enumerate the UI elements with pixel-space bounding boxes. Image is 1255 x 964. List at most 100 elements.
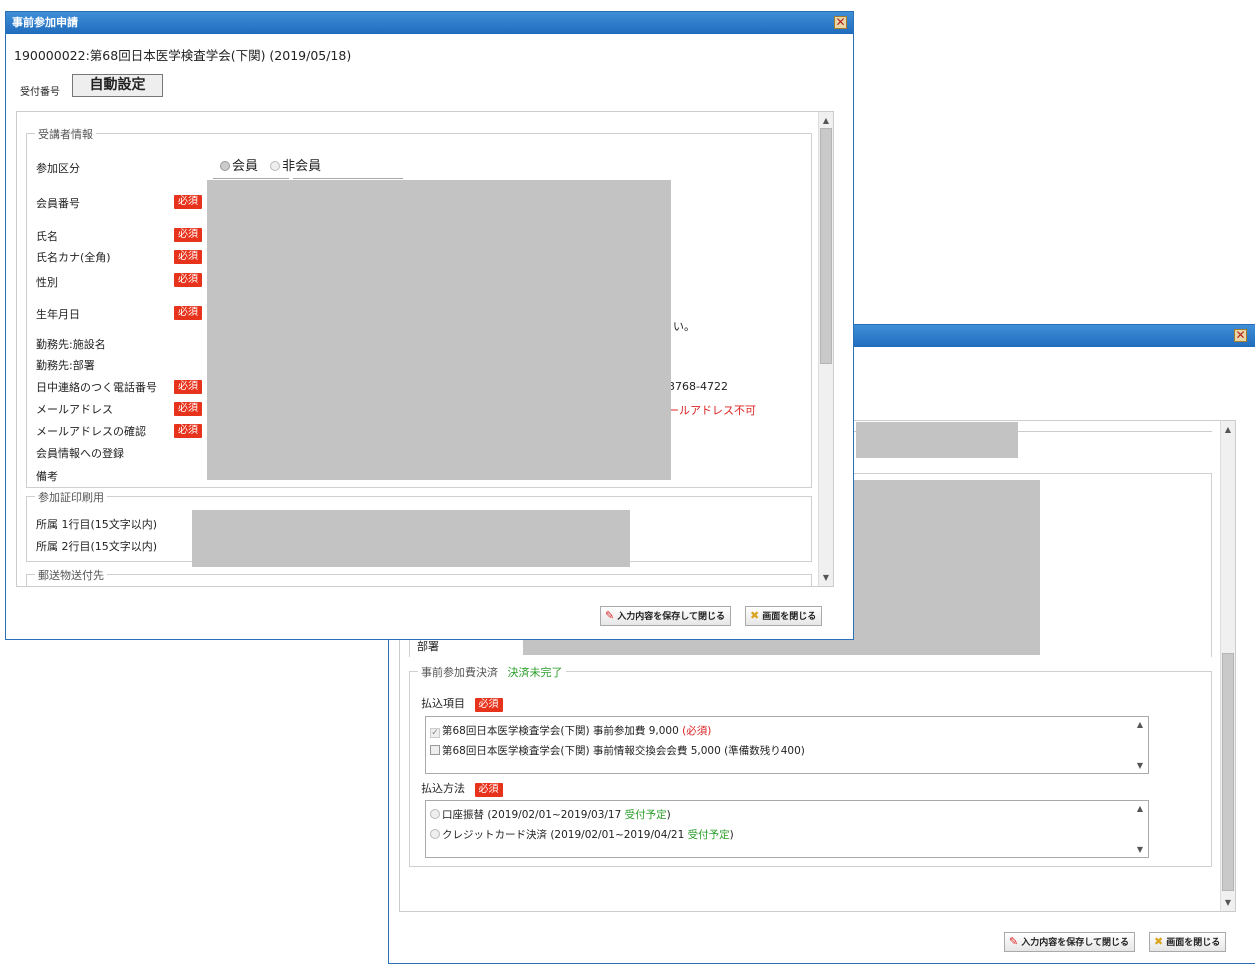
list-scroll-down-icon[interactable]: ▼	[1134, 845, 1146, 854]
payment-legend: 事前参加費決済 決済未完了	[418, 664, 566, 680]
payment-method-label: 払込方法 必須	[421, 780, 503, 797]
payment-method-0-tail: )	[666, 809, 671, 821]
payment-item-0-text: 第68回日本医学検査学会(下関) 事前参加費 9,000	[442, 725, 679, 737]
scroll-down-icon[interactable]: ▼	[1221, 898, 1235, 907]
workplace-dept-label: 勤務先:部署	[36, 359, 95, 372]
scroll-down-icon[interactable]: ▼	[819, 573, 833, 582]
radio-selected-icon[interactable]	[220, 161, 230, 171]
required-badge: 必須	[174, 250, 202, 264]
register-member-label: 会員情報への登録	[36, 447, 124, 460]
payment-method-0[interactable]: 口座振替 (2019/02/01~2019/03/17 受付予定)	[430, 807, 671, 822]
front-dialog: 事前参加申請 ✕ 190000022:第68回日本医学検査学会(下関) (201…	[5, 11, 854, 640]
redacted-block	[192, 510, 630, 567]
front-dialog-titlebar[interactable]: 事前参加申請 ✕	[6, 12, 853, 34]
mail-fieldset: 郵送物送付先	[26, 567, 812, 586]
payment-status: 決済未完了	[507, 666, 563, 679]
radio-icon[interactable]	[270, 161, 281, 171]
radio-icon[interactable]	[430, 829, 440, 839]
close-screen-button[interactable]: ✖ 画面を閉じる	[745, 606, 823, 626]
participation-label: 参加区分	[36, 162, 80, 175]
close-screen-button[interactable]: ✖ 画面を閉じる	[1149, 932, 1227, 952]
required-badge: 必須	[174, 380, 202, 394]
close-screen-label: 画面を閉じる	[1166, 938, 1221, 948]
radio-icon[interactable]	[430, 809, 440, 819]
receipt-value-box: 自動設定	[72, 74, 163, 97]
save-and-close-button[interactable]: ✎ 入力内容を保存して閉じる	[600, 606, 731, 626]
close-icon[interactable]: ✕	[1234, 329, 1247, 342]
payment-item-0-required: (必須)	[682, 725, 712, 737]
save-and-close-label: 入力内容を保存して閉じる	[1021, 938, 1129, 948]
checkbox-checked-icon[interactable]: ✓	[430, 728, 440, 738]
payment-items-label: 払込項目 必須	[421, 695, 503, 712]
email-note: ールアドレス不可	[668, 404, 756, 417]
scroll-up-icon[interactable]: ▲	[819, 116, 833, 125]
email-label: メールアドレス	[36, 403, 113, 416]
list-scroll-down-icon[interactable]: ▼	[1134, 761, 1146, 770]
birthdate-label: 生年月日	[36, 308, 80, 321]
redacted-block	[856, 422, 1018, 458]
phone-example: 3768-4722	[668, 380, 728, 393]
list-scroll-up-icon[interactable]: ▲	[1134, 720, 1146, 729]
payment-item-1[interactable]: 第68回日本医学検査学会(下関) 事前情報交換会会費 5,000 (準備数残り4…	[430, 743, 805, 758]
payment-method-list[interactable]: 口座振替 (2019/02/01~2019/03/17 受付予定) クレジットカ…	[425, 800, 1149, 858]
scroll-thumb[interactable]	[1222, 653, 1234, 891]
tab-underline	[213, 178, 289, 179]
back-scrollbar[interactable]: ▲ ▼	[1220, 421, 1235, 911]
required-badge: 必須	[474, 783, 503, 797]
event-heading: 190000022:第68回日本医学検査学会(下関) (2019/05/18)	[14, 48, 352, 63]
required-badge: 必須	[474, 698, 503, 712]
dept-label: 部署	[417, 640, 439, 653]
phone-label: 日中連絡のつく電話番号	[36, 381, 157, 394]
member-no-label: 会員番号	[36, 197, 80, 210]
member-option[interactable]: 会員	[232, 159, 258, 174]
payment-item-1-text: 第68回日本医学検査学会(下関) 事前情報交換会会費 5,000 (準備数残り4…	[442, 745, 805, 757]
required-badge: 必須	[174, 306, 202, 320]
payment-section-title: 事前参加費決済	[421, 666, 498, 679]
close-x-icon: ✖	[1154, 935, 1164, 948]
required-badge: 必須	[174, 195, 202, 209]
close-icon[interactable]: ✕	[834, 16, 847, 29]
payment-method-1-text: クレジットカード決済 (2019/02/01~2019/04/21	[442, 829, 685, 841]
close-screen-label: 画面を閉じる	[762, 612, 817, 622]
tab-underline	[293, 178, 403, 179]
dialog-title: 事前参加申請	[12, 16, 78, 29]
payment-method-0-status: 受付予定	[624, 809, 667, 821]
payment-method-1-status: 受付予定	[687, 829, 730, 841]
required-badge: 必須	[174, 424, 202, 438]
receipt-label: 受付番号	[20, 87, 60, 98]
email-confirm-label: メールアドレスの確認	[36, 425, 146, 438]
list-scroll-up-icon[interactable]: ▲	[1134, 804, 1146, 813]
payment-method-0-text: 口座振替 (2019/02/01~2019/03/17	[442, 809, 622, 821]
checkbox-icon[interactable]	[430, 745, 440, 755]
required-badge: 必須	[174, 273, 202, 287]
scroll-up-icon[interactable]: ▲	[1221, 425, 1235, 434]
affiliation-line2-label: 所属 2行目(15文字以内)	[36, 540, 158, 553]
receipt-value: 自動設定	[89, 77, 146, 93]
remarks-label: 備考	[36, 470, 58, 483]
front-scroll-area: ▲ ▼ 受講者情報 参加区分 会員 非会員 会員番号 必須 氏名 必須 氏名カナ…	[16, 111, 834, 587]
close-x-icon: ✖	[750, 609, 760, 622]
scroll-thumb[interactable]	[820, 128, 832, 364]
payment-item-0[interactable]: ✓ 第68回日本医学検査学会(下関) 事前参加費 9,000 (必須)	[430, 723, 711, 738]
participation-options[interactable]: 会員 非会員	[220, 155, 321, 174]
affiliation-line1-label: 所属 1行目(15文字以内)	[36, 518, 158, 531]
payment-items-list[interactable]: ✓ 第68回日本医学検査学会(下関) 事前参加費 9,000 (必須) 第68回日…	[425, 716, 1149, 774]
name-label: 氏名	[36, 230, 58, 243]
nonmember-option[interactable]: 非会員	[282, 159, 321, 174]
save-and-close-button[interactable]: ✎ 入力内容を保存して閉じる	[1004, 932, 1135, 952]
payment-items-label-text: 払込項目	[421, 697, 465, 710]
badge-legend: 参加証印刷用	[35, 489, 107, 505]
redacted-block	[207, 180, 671, 480]
mail-legend: 郵送物送付先	[35, 567, 107, 583]
save-and-close-label: 入力内容を保存して閉じる	[617, 612, 725, 622]
pencil-icon: ✎	[1009, 935, 1019, 948]
attendee-legend: 受講者情報	[35, 126, 96, 142]
front-scrollbar[interactable]: ▲ ▼	[818, 112, 833, 586]
birthdate-note: い。	[673, 320, 695, 333]
name-kana-label: 氏名カナ(全角)	[36, 251, 111, 264]
payment-method-1[interactable]: クレジットカード決済 (2019/02/01~2019/04/21 受付予定)	[430, 827, 734, 842]
pencil-icon: ✎	[605, 609, 615, 622]
payment-method-label-text: 払込方法	[421, 782, 465, 795]
required-badge: 必須	[174, 402, 202, 416]
gender-label: 性別	[36, 276, 58, 289]
